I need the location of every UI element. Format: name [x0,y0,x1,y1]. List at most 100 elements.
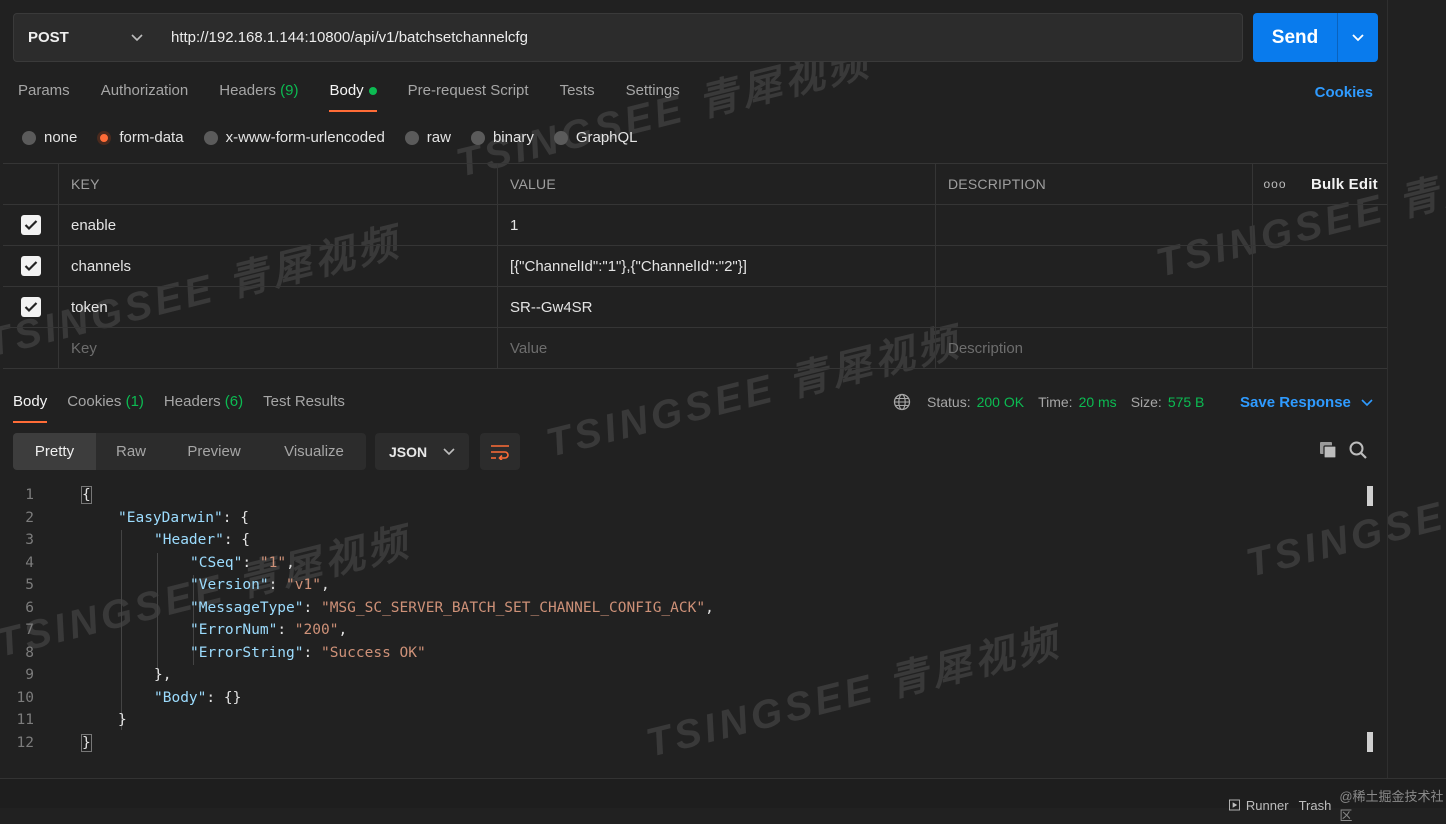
response-tab-cookies-label: Cookies [67,393,122,410]
code-line: "EasyDarwin": { [118,509,249,526]
view-visualize[interactable]: Visualize [262,433,366,470]
empty-cell [1253,205,1387,245]
line-number: 2 [25,509,34,526]
key-cell[interactable]: enable [59,205,498,245]
method-select[interactable]: POST [13,13,158,62]
row-checkbox[interactable] [20,215,41,235]
row-checkbox[interactable] [20,297,41,317]
line-number: 10 [16,689,34,706]
tab-headers[interactable]: Headers (9) [219,82,298,112]
chevron-down-icon [443,447,455,455]
line-number: 1 [25,487,34,503]
tab-settings[interactable]: Settings [626,82,680,112]
tab-body[interactable]: Body [329,82,377,112]
send-button[interactable]: Send [1253,13,1378,62]
globe-icon[interactable] [893,393,911,411]
table-row: token SR--Gw4SR [3,287,1387,328]
radio-form-data[interactable]: form-data [97,129,184,146]
radio-none[interactable]: none [22,129,77,146]
table-row: enable 1 [3,205,1387,246]
code-line: } [118,712,127,728]
response-body-code[interactable]: 1 { 2 "EasyDarwin": { 3 "Header": { 4 "CSeq"… [0,484,714,754]
column-header-value: VALUE [498,164,936,204]
method-label: POST [28,29,69,46]
row-checkbox[interactable] [20,256,41,276]
description-cell[interactable] [936,287,1253,327]
bulk-edit-button[interactable]: Bulk Edit [1311,176,1378,193]
radio-raw[interactable]: raw [404,129,451,146]
copy-icon[interactable] [1318,440,1338,460]
key-cell[interactable]: token [59,287,498,327]
chevron-down-icon [1352,33,1364,41]
code-line: } [81,733,92,752]
trash-button[interactable]: Trash [1299,798,1332,813]
form-data-table: KEY VALUE DESCRIPTION ooo Bulk Edit enab… [3,163,1387,369]
response-tab-headers-label: Headers [163,393,221,410]
wrap-lines-button[interactable] [480,433,520,470]
view-raw[interactable]: Raw [96,433,166,470]
radio-label: GraphQL [575,129,638,146]
check-icon [24,302,37,313]
watermark: TSINGSEE 青犀视频 [1241,440,1446,586]
radio-graphql[interactable]: GraphQL [553,129,638,146]
description-input[interactable]: Description [936,328,1253,368]
radio-label: binary [492,129,534,146]
cookies-link[interactable]: Cookies [1315,84,1373,101]
radio-circle [553,130,568,145]
empty-cell [1253,287,1387,327]
description-cell[interactable] [936,205,1253,245]
tab-tests[interactable]: Tests [560,82,595,112]
response-tab-headers[interactable]: Headers (6) [164,393,243,423]
table-actions: ooo Bulk Edit [1253,164,1387,204]
tab-params[interactable]: Params [18,82,70,112]
time-value[interactable]: 20 ms [1079,394,1117,410]
url-text: http://192.168.1.144:10800/api/v1/batchs… [171,29,528,46]
response-tab-body[interactable]: Body [13,393,48,423]
line-number: 9 [25,667,34,683]
value-cell[interactable]: [{"ChannelId":"1"},{"ChannelId":"2"}] [498,246,936,286]
wrap-lines-icon [491,444,509,460]
radio-circle-selected [97,130,112,145]
table-row: channels [{"ChannelId":"1"},{"ChannelId"… [3,246,1387,287]
value-input[interactable]: Value [498,328,936,368]
description-cell[interactable] [936,246,1253,286]
response-tab-test-results[interactable]: Test Results [263,393,345,423]
response-headers-count: (6) [224,393,244,410]
scrollbar-thumb[interactable] [1367,486,1373,506]
line-number: 4 [25,554,34,571]
scrollbar-thumb[interactable] [1367,732,1373,752]
view-preview[interactable]: Preview [166,433,262,470]
url-input[interactable]: http://192.168.1.144:10800/api/v1/batchs… [157,13,1243,62]
radio-label: raw [426,129,451,146]
key-input[interactable]: Key [59,328,498,368]
radio-urlencoded[interactable]: x-www-form-urlencoded [203,129,385,146]
json-key: "Body" [154,689,207,706]
view-pretty[interactable]: Pretty [13,433,96,470]
save-response-button[interactable]: Save Response [1240,394,1373,411]
row-checkbox-cell [3,246,59,286]
header-check-cell [3,164,59,204]
more-options-icon[interactable]: ooo [1253,177,1297,191]
tab-prerequest-script[interactable]: Pre-request Script [408,82,529,112]
tab-authorization[interactable]: Authorization [101,82,189,112]
format-select[interactable]: JSON [375,433,469,470]
code-line: "MessageType": "MSG_SC_SERVER_BATCH_SET_… [190,599,714,616]
response-tab-cookies[interactable]: Cookies (1) [67,393,144,423]
line-number: 11 [16,712,34,728]
send-options-button[interactable] [1338,33,1378,42]
table-row-new: Key Value Description [3,328,1387,369]
column-header-key: KEY [59,164,498,204]
status-value[interactable]: 200 OK [977,394,1024,410]
search-icon[interactable] [1348,440,1368,460]
body-active-dot [368,87,377,96]
line-number: 5 [25,577,34,593]
community-watermark: @稀土掘金技术社区 [1339,789,1444,823]
tab-headers-label: Headers [219,82,276,99]
cookies-count: (1) [125,393,144,410]
size-value[interactable]: 575 B [1168,394,1205,410]
radio-binary[interactable]: binary [470,129,534,146]
key-cell[interactable]: channels [59,246,498,286]
value-cell[interactable]: 1 [498,205,936,245]
value-cell[interactable]: SR--Gw4SR [498,287,936,327]
runner-button[interactable]: Runner [1246,798,1289,813]
